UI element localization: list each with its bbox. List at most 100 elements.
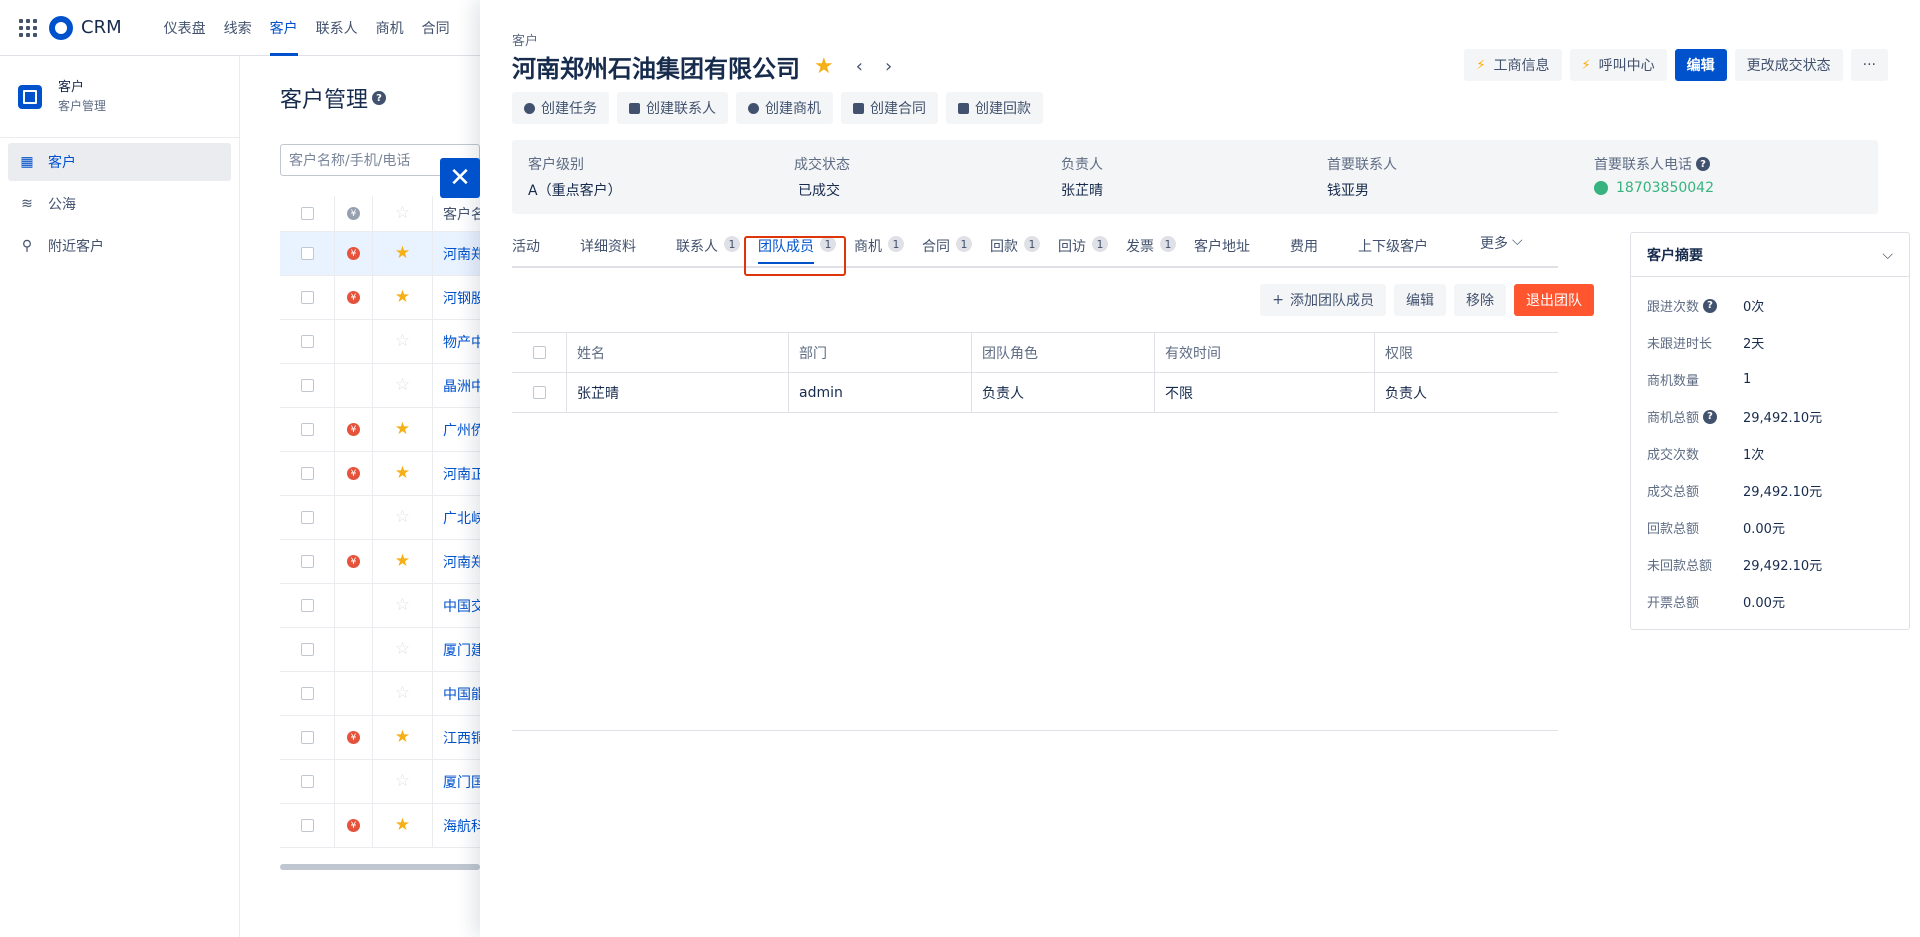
next-record-icon[interactable]: ›	[885, 56, 892, 77]
remove-member-button[interactable]: 移除	[1454, 284, 1506, 316]
table-row[interactable]: ¥ ★ 海航科	[280, 804, 480, 848]
create-contact-button[interactable]: 创建联系人	[617, 92, 728, 124]
create-payment-button[interactable]: 创建回款	[946, 92, 1043, 124]
edit-member-button[interactable]: 编辑	[1394, 284, 1446, 316]
table-row[interactable]: 张芷晴 admin 负责人 不限 负责人	[512, 373, 1558, 413]
nav-item-leads[interactable]: 线索	[215, 0, 261, 56]
horizontal-scrollbar[interactable]	[280, 864, 480, 870]
star-icon[interactable]: ★	[395, 729, 410, 746]
tab-related-customers[interactable]: 上下级客户	[1358, 236, 1428, 268]
create-opportunity-button[interactable]: 创建商机	[736, 92, 833, 124]
select-all-checkbox[interactable]	[532, 346, 546, 359]
table-row[interactable]: ☆ 物产中	[280, 320, 480, 364]
table-row[interactable]: ☆ 晶洲中	[280, 364, 480, 408]
nav-item-dashboard[interactable]: 仪表盘	[155, 0, 215, 56]
star-icon[interactable]: ★	[395, 553, 410, 570]
customer-name-link[interactable]: 海航科	[432, 804, 480, 847]
phone-link[interactable]: 18703850042	[1594, 180, 1714, 196]
customer-name-link[interactable]: 河南正	[432, 452, 480, 495]
select-all-checkbox[interactable]	[300, 207, 314, 220]
star-icon[interactable]: ★	[395, 245, 410, 262]
row-checkbox[interactable]	[300, 731, 314, 744]
customer-name-link[interactable]: 广州侨	[432, 408, 480, 451]
help-icon[interactable]: ?	[372, 91, 387, 105]
star-icon[interactable]: ☆	[395, 597, 410, 614]
business-info-button[interactable]: ⚡ 工商信息	[1464, 49, 1562, 81]
sidebar-item-nearby[interactable]: ⚲ 附近客户	[8, 227, 231, 265]
close-drawer-button[interactable]: ✕	[440, 158, 480, 198]
customer-name-link[interactable]: 河南郑	[432, 232, 480, 275]
star-icon[interactable]: ★	[395, 421, 410, 438]
star-icon[interactable]: ☆	[395, 641, 410, 658]
table-row[interactable]: ¥ ★ 河南正	[280, 452, 480, 496]
call-center-button[interactable]: ⚡ 呼叫中心	[1569, 49, 1667, 81]
row-checkbox[interactable]	[300, 643, 314, 656]
change-deal-status-button[interactable]: 更改成交状态	[1734, 49, 1843, 81]
app-logo[interactable]: CRM	[49, 15, 122, 40]
tab-visits[interactable]: 回访 1	[1058, 236, 1108, 268]
customer-name-link[interactable]: 河南郑	[432, 540, 480, 583]
sidebar-item-customers[interactable]: ▦ 客户	[8, 143, 231, 181]
row-checkbox[interactable]	[300, 555, 314, 568]
app-grid-icon[interactable]	[19, 18, 37, 37]
star-icon[interactable]: ★	[395, 289, 410, 306]
star-icon[interactable]: ★	[395, 817, 410, 834]
tab-expenses[interactable]: 费用	[1290, 236, 1318, 268]
row-checkbox[interactable]	[300, 423, 314, 436]
tab-invoices[interactable]: 发票 1	[1126, 236, 1176, 268]
row-checkbox[interactable]	[300, 467, 314, 480]
table-row[interactable]: ☆ 厦门建	[280, 628, 480, 672]
table-row[interactable]: ¥ ★ 河钢股	[280, 276, 480, 320]
customer-name-link[interactable]: 晶洲中	[432, 364, 480, 407]
row-checkbox[interactable]	[300, 379, 314, 392]
help-icon[interactable]: ?	[1696, 157, 1710, 171]
sidebar-item-public-pool[interactable]: ≋ 公海	[8, 185, 231, 223]
tab-contacts[interactable]: 联系人 1	[676, 236, 740, 268]
summary-card-header[interactable]: 客户摘要 ⌵	[1631, 233, 1909, 277]
nav-item-contacts[interactable]: 联系人	[307, 0, 367, 56]
star-icon[interactable]: ☆	[395, 509, 410, 526]
tab-opportunities[interactable]: 商机 1	[854, 236, 904, 268]
add-team-member-button[interactable]: + 添加团队成员	[1260, 284, 1386, 316]
previous-record-icon[interactable]: ‹	[856, 56, 863, 77]
customer-name-link[interactable]: 河钢股	[432, 276, 480, 319]
row-checkbox[interactable]	[300, 687, 314, 700]
star-icon[interactable]: ☆	[395, 685, 410, 702]
column-header-name[interactable]: 客户名	[432, 196, 480, 231]
table-row[interactable]: ¥ ★ 江西铜	[280, 716, 480, 760]
edit-button[interactable]: 编辑	[1674, 49, 1727, 81]
customer-name-link[interactable]: 物产中	[432, 320, 480, 363]
table-row[interactable]: ¥ ★ 河南郑	[280, 540, 480, 584]
star-icon[interactable]: ★	[395, 465, 410, 482]
star-icon[interactable]: ☆	[395, 333, 410, 350]
create-contract-button[interactable]: 创建合同	[841, 92, 938, 124]
star-icon[interactable]: ☆	[395, 377, 410, 394]
table-row[interactable]: ☆ 广北峡	[280, 496, 480, 540]
help-icon[interactable]: ?	[1703, 298, 1718, 313]
row-checkbox[interactable]	[300, 775, 314, 788]
row-checkbox[interactable]	[300, 511, 314, 524]
tab-payments[interactable]: 回款 1	[990, 236, 1040, 268]
row-checkbox[interactable]	[532, 386, 546, 399]
tab-contracts[interactable]: 合同 1	[922, 236, 972, 268]
customer-name-link[interactable]: 江西铜	[432, 716, 480, 759]
table-row[interactable]: ☆ 中国能	[280, 672, 480, 716]
row-checkbox[interactable]	[300, 291, 314, 304]
row-checkbox[interactable]	[300, 247, 314, 260]
customer-name-link[interactable]: 厦门国	[432, 760, 480, 803]
row-checkbox[interactable]	[300, 335, 314, 348]
nav-item-contracts[interactable]: 合同	[413, 0, 459, 56]
star-icon[interactable]: ☆	[395, 773, 410, 790]
tab-more[interactable]: 更多 ⌵	[1480, 233, 1523, 265]
create-task-button[interactable]: 创建任务	[512, 92, 609, 124]
star-icon[interactable]: ★	[814, 54, 834, 79]
exit-team-button[interactable]: 退出团队	[1514, 284, 1594, 316]
customer-name-link[interactable]: 中国能	[432, 672, 480, 715]
nav-item-opportunities[interactable]: 商机	[367, 0, 413, 56]
customer-name-link[interactable]: 中国交	[432, 584, 480, 627]
table-row[interactable]: ¥ ★ 广州侨	[280, 408, 480, 452]
help-icon[interactable]: ?	[1703, 409, 1718, 424]
table-row[interactable]: ☆ 中国交	[280, 584, 480, 628]
tab-details[interactable]: 详细资料	[580, 236, 636, 268]
customer-name-link[interactable]: 广北峡	[432, 496, 480, 539]
